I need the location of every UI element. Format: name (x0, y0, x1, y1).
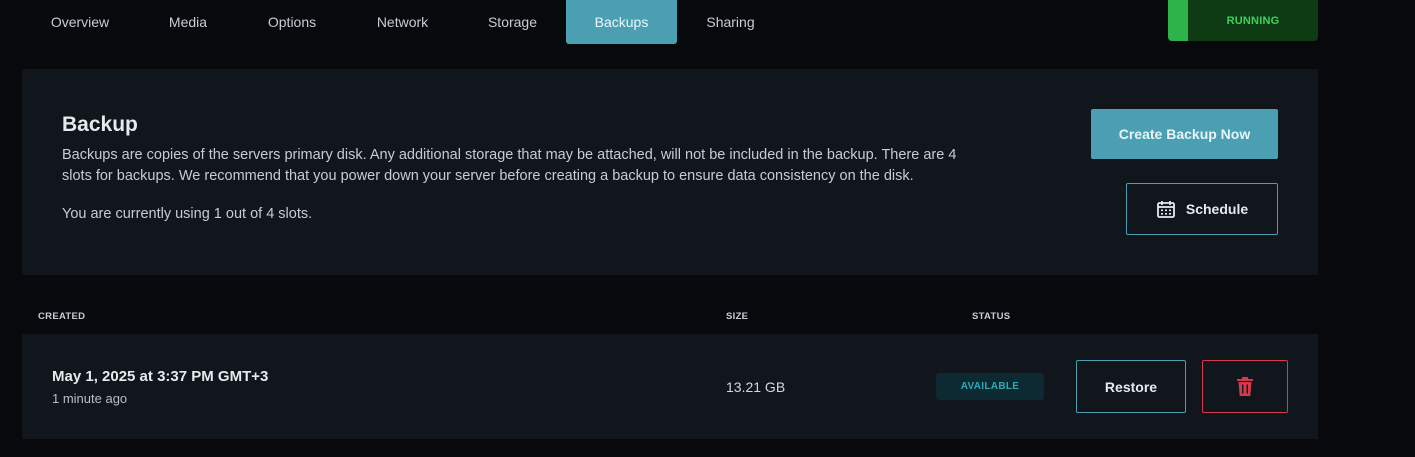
tab-bar: Overview Media Options Network Storage B… (22, 0, 784, 44)
panel-title: Backup (62, 113, 138, 136)
status-badge: AVAILABLE (936, 373, 1044, 400)
tab-network[interactable]: Network (346, 0, 459, 44)
status-indicator (1168, 0, 1188, 41)
backup-info-panel: Backup Backups are copies of the servers… (22, 69, 1318, 275)
slot-usage-text: You are currently using 1 out of 4 slots… (62, 206, 313, 222)
calendar-icon (1156, 199, 1176, 219)
create-backup-button[interactable]: Create Backup Now (1091, 109, 1278, 159)
tab-media[interactable]: Media (138, 0, 238, 44)
backup-relative-time: 1 minute ago (52, 391, 128, 406)
backup-created-date: May 1, 2025 at 3:37 PM GMT+3 (52, 368, 269, 385)
trash-icon (1237, 377, 1253, 396)
table-row: May 1, 2025 at 3:37 PM GMT+3 1 minute ag… (22, 334, 1318, 439)
tab-overview[interactable]: Overview (22, 0, 138, 44)
column-header-size: SIZE (726, 311, 749, 322)
server-status-badge: RUNNING (1168, 0, 1318, 41)
server-status-label: RUNNING (1226, 14, 1280, 27)
tab-storage[interactable]: Storage (459, 0, 566, 44)
tab-backups[interactable]: Backups (566, 0, 677, 44)
schedule-button[interactable]: Schedule (1126, 183, 1278, 235)
restore-button[interactable]: Restore (1076, 360, 1186, 413)
schedule-button-label: Schedule (1185, 201, 1249, 217)
backup-size: 13.21 GB (726, 379, 786, 395)
column-header-status: STATUS (972, 311, 1011, 322)
backup-description: Backups are copies of the servers primar… (62, 147, 957, 184)
column-header-created: CREATED (38, 311, 86, 322)
tab-sharing[interactable]: Sharing (677, 0, 784, 44)
delete-backup-button[interactable] (1202, 360, 1288, 413)
tab-options[interactable]: Options (238, 0, 346, 44)
